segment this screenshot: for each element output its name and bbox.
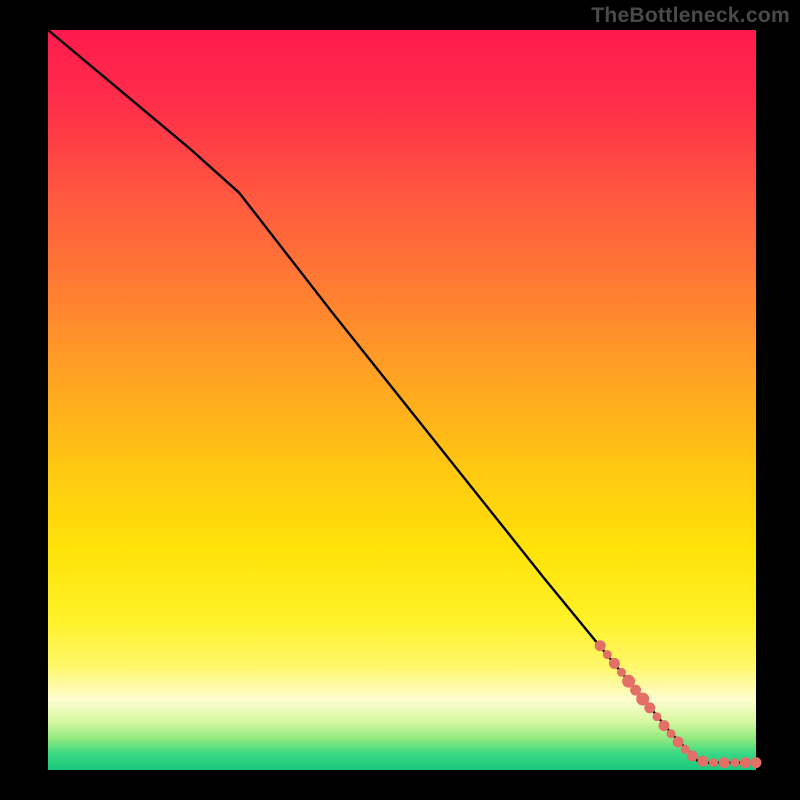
bottleneck-chart — [0, 0, 800, 800]
chart-container: TheBottleneck.com — [0, 0, 800, 800]
data-point — [595, 641, 605, 651]
data-point — [653, 713, 661, 721]
data-point — [618, 668, 626, 676]
data-point — [609, 658, 619, 668]
data-point — [710, 759, 718, 767]
data-point — [667, 730, 675, 738]
data-point — [740, 758, 750, 768]
data-point — [687, 751, 697, 761]
data-point — [673, 737, 683, 747]
data-point — [603, 651, 611, 659]
data-point — [681, 745, 689, 753]
data-point — [731, 759, 739, 767]
data-point — [645, 703, 655, 713]
data-point — [698, 756, 708, 766]
data-point — [659, 721, 669, 731]
data-point — [751, 758, 761, 768]
data-point — [719, 758, 729, 768]
watermark-text: TheBottleneck.com — [591, 4, 790, 28]
